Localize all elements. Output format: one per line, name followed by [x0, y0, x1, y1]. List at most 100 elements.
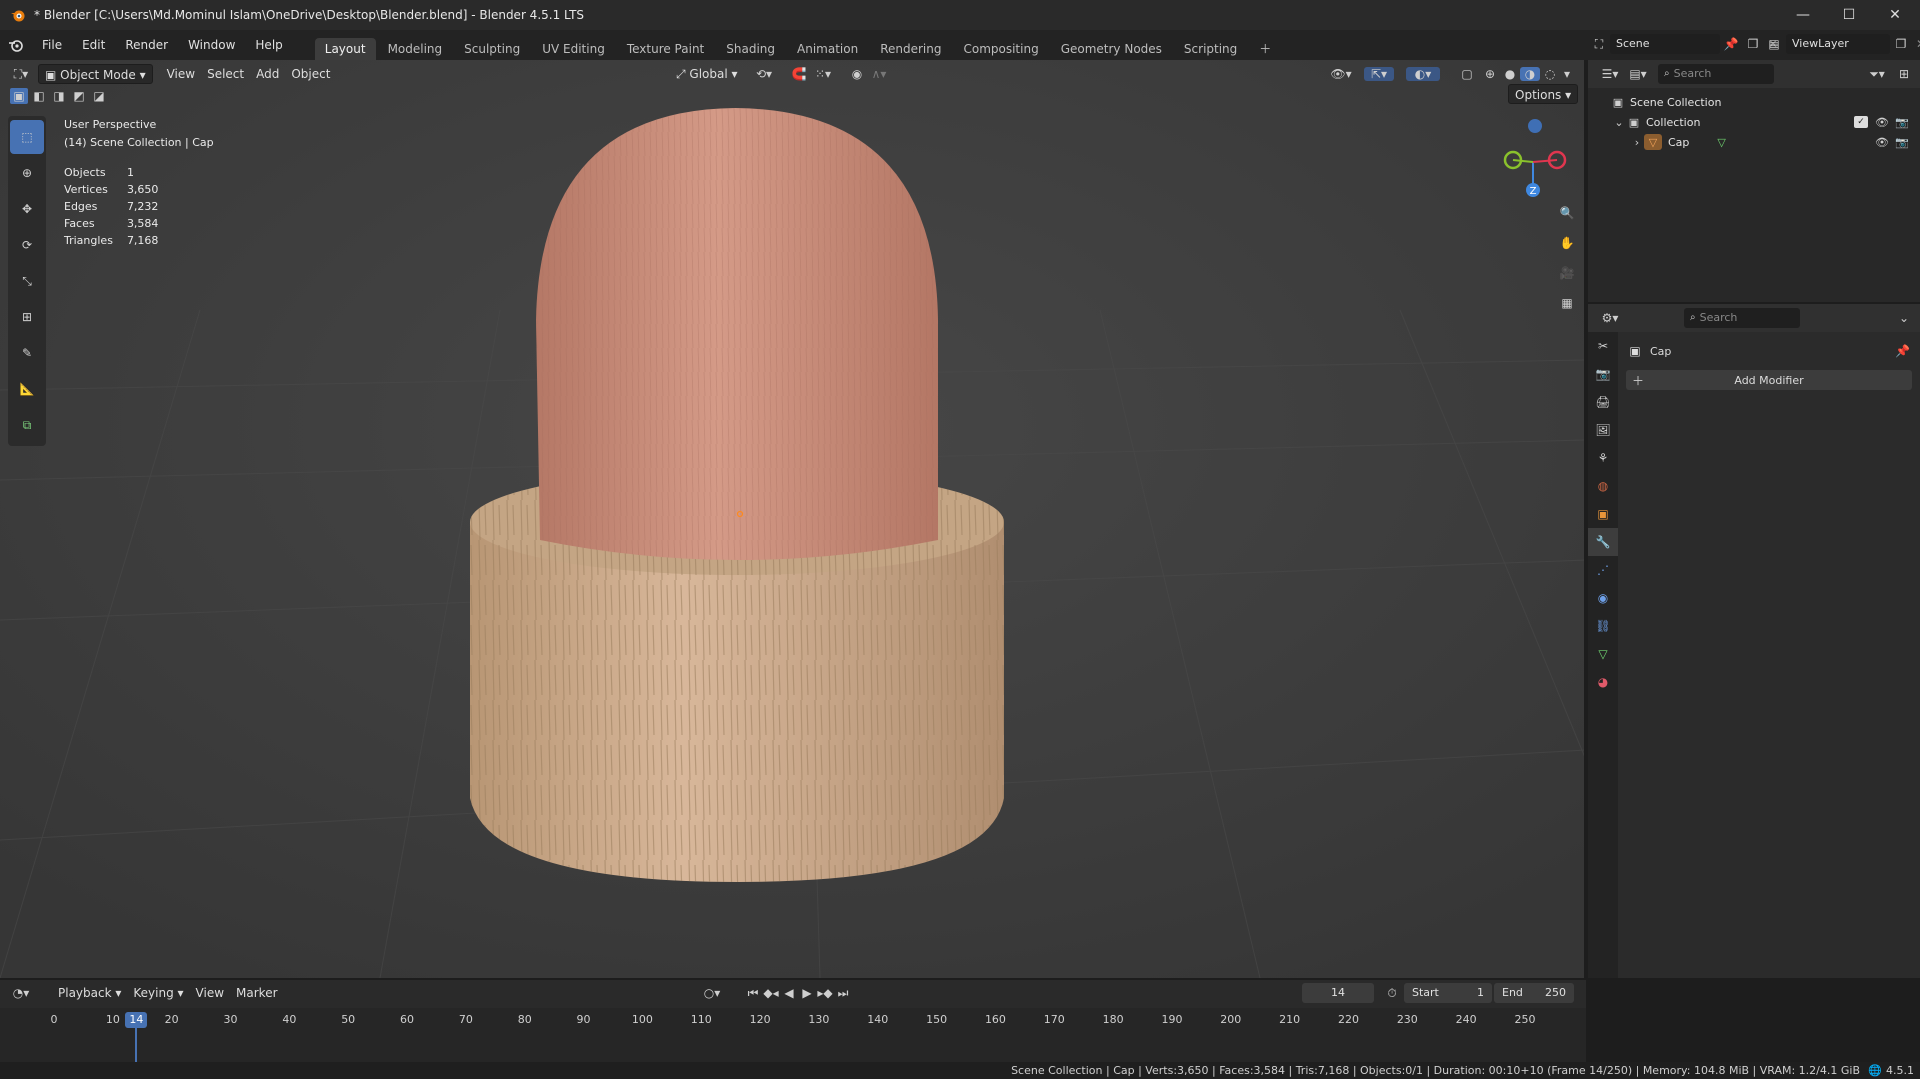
maximize-button[interactable]: ☐	[1826, 0, 1872, 30]
wireframe-shading-icon[interactable]: ⊕	[1480, 67, 1500, 81]
pin-icon[interactable]: 📌	[1895, 344, 1910, 358]
tab-object[interactable]: ▣	[1588, 500, 1618, 528]
play-reverse-icon[interactable]: ◀	[780, 986, 798, 1001]
play-icon[interactable]: ▶	[798, 986, 816, 1001]
tab-modifiers[interactable]: 🔧	[1588, 528, 1618, 556]
view-layer-field[interactable]: ViewLayer	[1786, 34, 1890, 54]
transform-tool[interactable]: ⊞	[10, 300, 44, 334]
jump-start-icon[interactable]: ⏮	[744, 986, 762, 1001]
tab-tool[interactable]: ✂	[1588, 332, 1618, 360]
minimize-button[interactable]: —	[1780, 0, 1826, 30]
exclude-checkbox[interactable]: ✓	[1854, 116, 1868, 128]
tab-render[interactable]: 📷	[1588, 360, 1618, 388]
menu-help[interactable]: Help	[245, 30, 292, 60]
tab-layout[interactable]: Layout	[314, 38, 376, 60]
menu-keying[interactable]: Keying ▾	[127, 983, 189, 1003]
3d-viewport[interactable]: Z ⛶▾ ▣ Object Mode ▾ View Select Add Obj…	[0, 60, 1586, 978]
menu-view[interactable]: View	[161, 64, 201, 84]
menu-file[interactable]: File	[32, 30, 72, 60]
menu-window[interactable]: Window	[178, 30, 245, 60]
cursor-tool[interactable]: ⊕	[10, 156, 44, 190]
close-window-button[interactable]: ✕	[1872, 0, 1918, 30]
menu-playback[interactable]: Playback ▾	[52, 983, 127, 1003]
render-camera-icon[interactable]: 📷	[1894, 136, 1910, 149]
pivot-point-icon[interactable]: ⟲▾	[752, 67, 776, 81]
measure-tool[interactable]: 📐	[10, 372, 44, 406]
options-dropdown[interactable]: Options ▾	[1508, 84, 1579, 104]
tab-texture-paint[interactable]: Texture Paint	[617, 38, 714, 60]
tab-physics[interactable]: ◉	[1588, 584, 1618, 612]
tab-scripting[interactable]: Scripting	[1174, 38, 1247, 60]
snap-target-icon[interactable]: ⁙▾	[810, 67, 836, 81]
tree-item-cap[interactable]: › ▽ Cap ▽ 👁 📷	[1588, 132, 1920, 152]
menu-render[interactable]: Render	[115, 30, 178, 60]
render-camera-icon[interactable]: 📷	[1894, 116, 1910, 129]
current-frame-field[interactable]: 14	[1302, 983, 1374, 1003]
tab-shading[interactable]: Shading	[716, 38, 785, 60]
timeline-editor-icon[interactable]: ◔▾	[6, 986, 36, 1000]
viewport-canvas[interactable]: Z	[0, 60, 1586, 978]
ortho-toggle-button[interactable]: ▦	[1554, 290, 1580, 316]
new-scene-icon[interactable]: ❐	[1742, 37, 1764, 51]
tab-rendering[interactable]: Rendering	[870, 38, 951, 60]
menu-edit[interactable]: Edit	[72, 30, 115, 60]
properties-search[interactable]: ⌕ Search	[1684, 308, 1800, 328]
solid-shading-icon[interactable]: ●	[1500, 67, 1520, 81]
select-intersect-icon[interactable]: ◪	[90, 88, 108, 104]
editor-type-icon[interactable]: ⛶▾	[8, 67, 34, 82]
outliner-search[interactable]: ⌕ Search	[1658, 64, 1774, 84]
visibility-icon[interactable]: 👁▾	[1328, 67, 1354, 81]
filter-icon[interactable]: ⏷▾	[1864, 67, 1890, 82]
tab-constraints[interactable]: ⛓	[1588, 612, 1618, 640]
add-cube-tool[interactable]: ⧉	[10, 408, 44, 442]
proportional-editing-icon[interactable]: ◉	[846, 67, 868, 81]
menu-marker[interactable]: Marker	[230, 983, 283, 1003]
tree-item-scene-collection[interactable]: ▣ Scene Collection	[1588, 92, 1920, 112]
prev-keyframe-icon[interactable]: ◆◂	[762, 986, 780, 1001]
mesh-data-icon[interactable]: ▽	[1717, 136, 1725, 149]
chevron-down-icon[interactable]: ⌄	[1896, 311, 1912, 325]
select-extend-icon[interactable]: ◧	[30, 88, 48, 104]
object-mode-dropdown[interactable]: ▣ Object Mode ▾	[38, 64, 153, 84]
cap-dome-mesh[interactable]	[536, 108, 938, 560]
material-preview-icon[interactable]: ◑	[1520, 67, 1540, 81]
start-frame-field[interactable]: Start 1	[1404, 983, 1492, 1003]
tab-uv-editing[interactable]: UV Editing	[532, 38, 615, 60]
snap-icon[interactable]: 🧲	[788, 67, 810, 81]
blender-menu-icon[interactable]	[0, 30, 32, 60]
outliner-editor-icon[interactable]: ☰▾	[1596, 67, 1624, 81]
properties-editor-icon[interactable]: ⚙▾	[1596, 311, 1624, 325]
network-icon[interactable]: 🌐	[1868, 1062, 1882, 1079]
tree-item-collection[interactable]: ⌄ ▣ Collection ✓ 👁 📷	[1588, 112, 1920, 132]
jump-end-icon[interactable]: ⏭	[834, 986, 852, 1001]
gizmo-neg-z-icon[interactable]	[1528, 119, 1542, 133]
pan-button[interactable]: ✋	[1554, 230, 1580, 256]
tab-animation[interactable]: Animation	[787, 38, 868, 60]
timeline-ruler[interactable]: 0 10 20 30 40 50 60 70 80 90 100 110 120 130 140 150 160…	[0, 1008, 1586, 1062]
tab-world[interactable]: ◍	[1588, 472, 1618, 500]
move-tool[interactable]: ✥	[10, 192, 44, 226]
tab-output[interactable]: 🖨	[1588, 388, 1618, 416]
select-new-icon[interactable]: ▣	[10, 88, 28, 104]
add-workspace-button[interactable]: ＋	[1249, 38, 1281, 60]
tab-scene[interactable]: ⚘	[1588, 444, 1618, 472]
overlays-icon[interactable]: ◐▾	[1406, 67, 1440, 81]
tab-sculpting[interactable]: Sculpting	[454, 38, 530, 60]
tab-material[interactable]: ◕	[1588, 668, 1618, 696]
scene-name-field[interactable]: Scene	[1610, 34, 1720, 54]
eye-icon[interactable]: 👁	[1874, 136, 1890, 149]
menu-select[interactable]: Select	[201, 64, 250, 84]
falloff-icon[interactable]: ∧▾	[868, 67, 890, 81]
end-frame-field[interactable]: End 250	[1494, 983, 1574, 1003]
menu-add[interactable]: Add	[250, 64, 285, 84]
pin-icon[interactable]: 📌	[1720, 37, 1742, 51]
select-box-tool[interactable]: ⬚	[10, 120, 44, 154]
tab-geometry-nodes[interactable]: Geometry Nodes	[1051, 38, 1172, 60]
menu-object[interactable]: Object	[285, 64, 336, 84]
tab-compositing[interactable]: Compositing	[953, 38, 1048, 60]
xray-icon[interactable]: ▢	[1456, 67, 1478, 81]
tab-modeling[interactable]: Modeling	[378, 38, 453, 60]
eye-icon[interactable]: 👁	[1874, 116, 1890, 129]
playhead[interactable]: 14	[125, 1012, 148, 1028]
camera-view-button[interactable]: 🎥	[1554, 260, 1580, 286]
